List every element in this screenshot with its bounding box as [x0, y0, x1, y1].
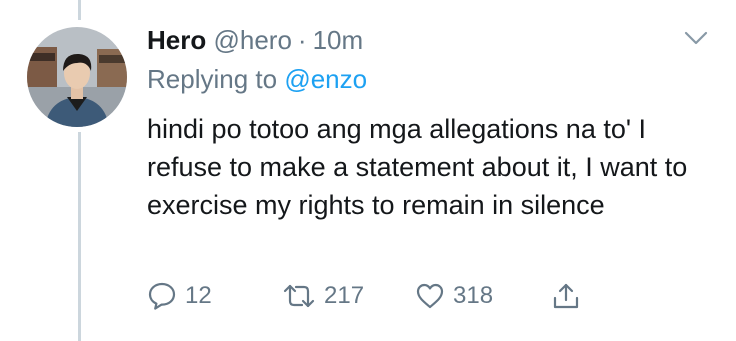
share-icon	[553, 283, 579, 309]
reply-icon	[148, 282, 176, 310]
timestamp[interactable]: 10m	[313, 25, 364, 55]
separator-dot: ·	[297, 25, 307, 55]
retweet-count: 217	[324, 282, 365, 309]
chevron-down-icon[interactable]	[684, 30, 708, 46]
like-count: 318	[453, 282, 494, 309]
thread-line-bottom	[78, 132, 81, 341]
user-handle[interactable]: @hero	[213, 25, 291, 55]
retweet-icon	[283, 284, 315, 308]
replying-to: Replying to @enzo	[147, 63, 367, 95]
heart-icon	[416, 283, 444, 309]
tweet-header: Hero @hero · 10m	[147, 24, 363, 56]
reply-button[interactable]: 12	[147, 278, 212, 314]
tweet-text: hindi po totoo ang mga allegations na to…	[147, 114, 688, 220]
reply-count: 12	[185, 282, 212, 309]
display-name[interactable]: Hero	[147, 25, 206, 55]
thread-line-top	[78, 0, 81, 20]
replying-prefix: Replying to	[147, 64, 278, 94]
replying-to-link[interactable]: @enzo	[284, 64, 367, 94]
share-button[interactable]	[551, 278, 581, 314]
avatar-image	[27, 27, 127, 127]
avatar[interactable]	[27, 27, 127, 127]
retweet-button[interactable]: 217	[282, 278, 364, 314]
like-button[interactable]: 318	[415, 278, 493, 314]
